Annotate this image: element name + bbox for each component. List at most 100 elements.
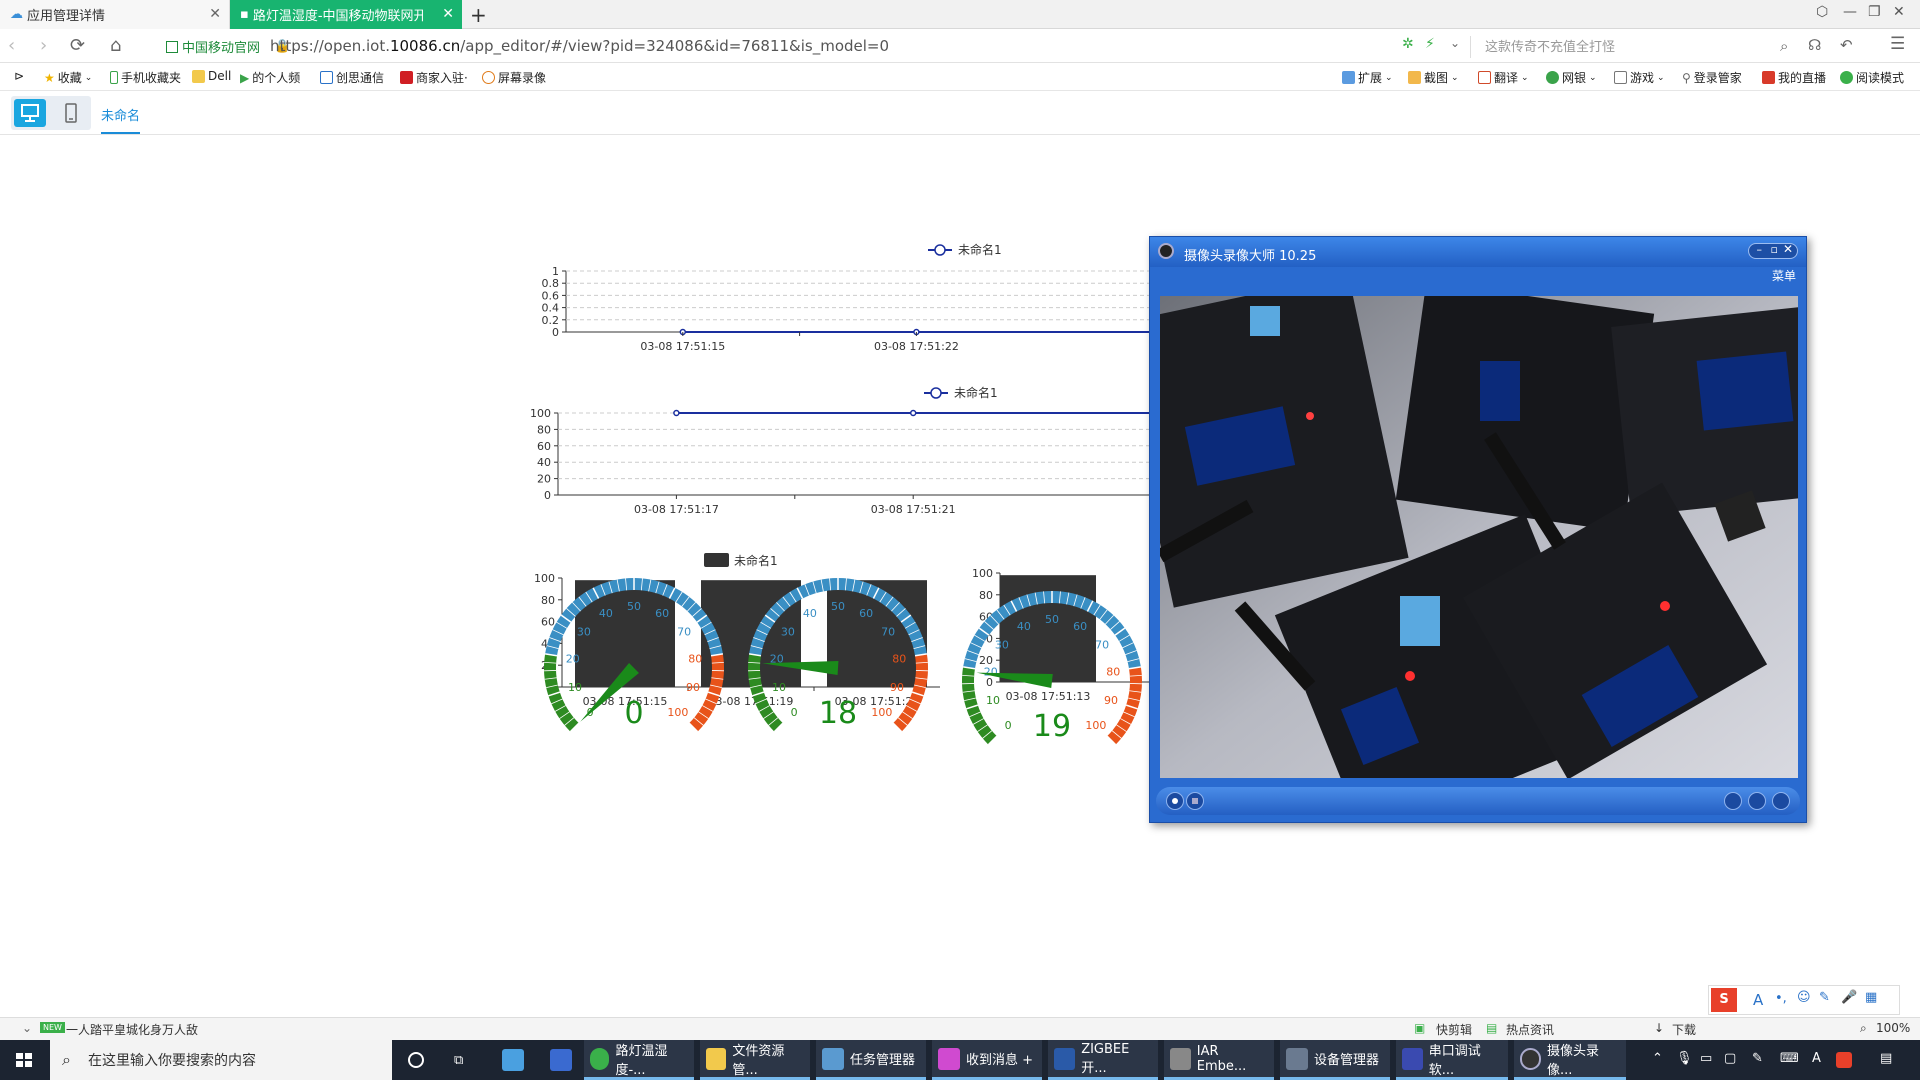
bookmark-dell[interactable]: Dell [192,69,231,83]
ime-indicator[interactable]: A [1812,1051,1821,1066]
tab-app-management[interactable]: ☁ 应用管理详情 ✕ [0,0,230,29]
bookmark-chuangsi[interactable]: 创思通信 [320,69,384,86]
app-icon [502,1049,524,1071]
headphone-icon[interactable]: ☊ [1808,36,1821,54]
pen-icon[interactable]: ✎ [1752,1051,1763,1066]
tool-login-manager[interactable]: ⚲登录管家 [1682,69,1742,86]
new-tab-button[interactable]: + [470,3,487,27]
ime-punct-icon[interactable]: •, [1775,991,1787,1006]
taskbar-pinned-app[interactable] [496,1040,530,1080]
taskbar-app-messages[interactable]: 收到消息 + [932,1040,1042,1080]
zoom-level[interactable]: 100% [1876,1021,1910,1035]
undo-icon[interactable]: ↶ [1840,36,1853,54]
bookmark-mobile[interactable]: 手机收藏夹 [110,69,181,86]
tool-reading-mode[interactable]: 阅读模式 [1840,69,1904,86]
start-button[interactable] [0,1040,48,1080]
maximize-button[interactable]: ▫ [1771,243,1778,256]
forward-button[interactable]: › [40,35,47,56]
gauge-tick-label: 20 [566,652,580,665]
tab-untitled-page[interactable]: 未命名 [101,105,140,134]
close-window-button[interactable]: ✕ [1893,4,1905,20]
ime-language-icon[interactable]: A [1753,991,1763,1009]
bookmark-favorites[interactable]: ★收藏⌄ [44,69,92,86]
taskbar-app-task-manager[interactable]: 任务管理器 [816,1040,926,1080]
taskbar-app-explorer[interactable]: 文件资源管... [700,1040,810,1080]
tool-translate[interactable]: 翻译⌄ [1478,69,1529,86]
restore-button[interactable]: ❐ [1868,4,1881,20]
camera-recorder-window[interactable]: 摄像头录像大师 10.25 – ▫ ✕ 菜单 [1149,236,1807,823]
taskbar-app-word[interactable]: ZIGBEE开... [1048,1040,1158,1080]
mic-icon[interactable]: 🎤 [1841,990,1857,1005]
url-field[interactable]: https://open.iot.10086.cn/app_editor/#/v… [270,37,889,55]
back-button[interactable]: ‹ [8,35,15,56]
extension-icon[interactable]: ✲ [1402,36,1414,52]
taskbar-app-device-manager[interactable]: 设备管理器 [1280,1040,1390,1080]
record-button[interactable] [1166,792,1184,810]
tray-expand-icon[interactable]: ⌃ [1652,1051,1663,1066]
status-item[interactable]: 快剪辑 [1436,1021,1472,1038]
taskbar-pinned-app[interactable] [544,1040,578,1080]
page-icon: ▪ [240,7,249,22]
close-icon[interactable]: ✕ [442,6,454,22]
stop-button[interactable] [1186,792,1204,810]
desktop-view-button[interactable] [14,99,46,127]
home-button[interactable]: ⌂ [110,35,121,56]
chevron-down-icon[interactable]: ⌄ [1450,36,1460,50]
bookmark-screen-record[interactable]: 屏幕录像 [482,69,546,86]
sogou-icon[interactable] [1836,1052,1852,1068]
settings-gear-icon[interactable] [1772,792,1790,810]
reload-button[interactable]: ⟳ [70,35,85,56]
sidebar-toggle-icon[interactable]: ⊳ [14,69,24,83]
mobile-view-button[interactable] [55,99,87,127]
skin-icon[interactable]: ⬡ [1816,4,1828,20]
status-item[interactable]: 下载 [1672,1021,1696,1038]
taskbar-search-input[interactable]: ⌕ 在这里输入你要搜索的内容 [50,1040,392,1080]
minimize-button[interactable]: — [1843,4,1857,20]
gauge-arc-segment [754,655,758,694]
keyboard-icon[interactable]: ⌨ [1780,1051,1799,1066]
minimize-button[interactable]: – [1757,243,1763,256]
folder-icon[interactable] [1748,792,1766,810]
sogou-icon[interactable]: S [1711,988,1737,1012]
pen-icon[interactable]: ✎ [1819,990,1830,1005]
bookmark-merchant[interactable]: 商家入驻· [400,69,468,86]
toolbox-icon[interactable]: ▦ [1865,990,1877,1005]
cortana-button[interactable] [402,1040,430,1080]
search-input[interactable]: 这款传奇不充值全打怪 [1470,36,1780,58]
tool-live[interactable]: 我的直播 [1762,69,1826,86]
network-icon[interactable]: ▭ [1700,1051,1712,1066]
tool-extensions[interactable]: 扩展⌄ [1342,69,1393,86]
gauge-tick-label: 30 [577,626,591,639]
close-icon[interactable]: ✕ [209,6,221,22]
tab-streetlight[interactable]: ▪ 路灯温湿度-中国移动物联网开放 ✕ [230,0,462,29]
status-item[interactable]: 热点资讯 [1506,1021,1554,1038]
led-light [1660,601,1670,611]
tool-banking[interactable]: 网银⌄ [1546,69,1597,86]
taskbar-app-camera[interactable]: 摄像头录像... [1514,1040,1626,1080]
notification-icon[interactable]: ▤ [1880,1051,1892,1066]
emoji-icon[interactable]: ☺ [1797,990,1811,1005]
close-button[interactable]: ✕ [1783,242,1793,256]
camera-titlebar[interactable]: 摄像头录像大师 10.25 – ▫ ✕ [1150,237,1806,267]
taskbar-app-browser[interactable]: 路灯温湿度-... [584,1040,694,1080]
camera-icon[interactable] [1724,792,1742,810]
taskbar-app-serial-debug[interactable]: 串口调试软... [1396,1040,1508,1080]
news-ticker[interactable]: 一人踏平皇城化身万人敌 [66,1021,198,1038]
task-view-button[interactable]: ⧉ [448,1040,469,1080]
chevron-down-icon[interactable]: ⌄ [22,1021,32,1035]
y-tick-label: 0 [552,326,559,339]
camera-menu-button[interactable]: 菜单 [1772,267,1796,284]
lightning-icon[interactable]: ⚡ [1425,36,1435,52]
menu-icon[interactable]: ☰ [1890,34,1905,54]
display-icon[interactable]: ▢ [1724,1051,1736,1066]
video-frame [1160,296,1798,778]
taskbar-app-iar[interactable]: IAR Embe... [1164,1040,1274,1080]
tool-games[interactable]: 游戏⌄ [1614,69,1665,86]
tool-screenshot[interactable]: 截图⌄ [1408,69,1459,86]
legend-label: 未命名1 [958,242,1002,257]
gauge-tick-label: 80 [892,652,906,665]
bookmark-channel[interactable]: ▶的个人频 [240,69,300,86]
search-icon[interactable]: ⌕ [1780,37,1788,55]
mic-icon[interactable]: 🎙 [1676,1051,1693,1066]
x-tick-label: 03-08 17:51:22 [874,340,959,353]
